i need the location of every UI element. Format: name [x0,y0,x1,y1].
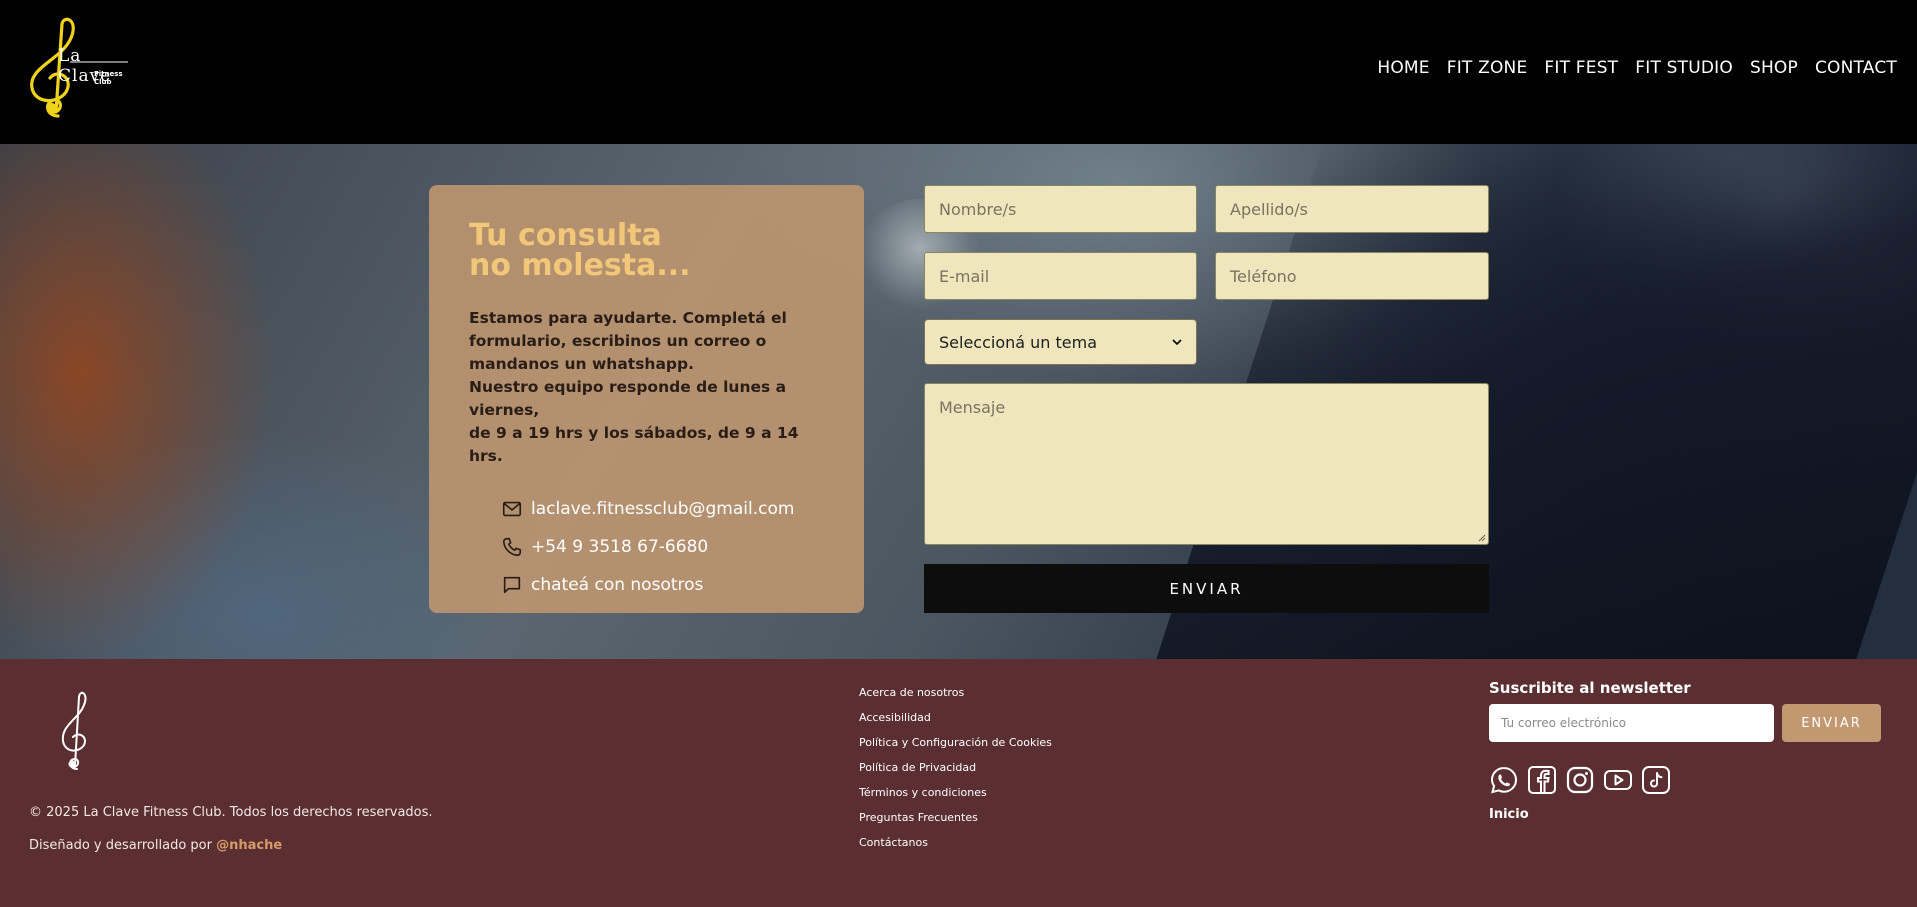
email-field[interactable]: E-mail [924,252,1197,300]
footer-link-about[interactable]: Acerca de nosotros [859,680,1052,705]
info-body-line: Nuestro equipo responde de lunes a viern… [469,378,787,419]
chevron-down-icon [1172,338,1182,345]
email-placeholder: E-mail [939,266,990,286]
info-title-line-1: Tu consulta [469,218,662,253]
site-footer: © 2025 La Clave Fitness Club. Todos los … [0,659,1917,907]
last-name-field[interactable]: Apellido/s [1215,185,1489,233]
credit-prefix: Diseñado y desarrollado por [29,838,212,853]
first-name-placeholder: Nombre/s [939,199,1017,219]
nav-fit-zone[interactable]: FIT ZONE [1447,58,1528,78]
submit-button[interactable]: ENVIAR [924,564,1489,613]
info-title: Tu consulta no molesta... [469,221,824,281]
contact-phone-text[interactable]: +54 9 3518 67-6680 [531,537,708,557]
info-body-line: formulario, escribinos un correo o [469,332,767,350]
phone-icon [502,537,522,557]
footer-link-cookies[interactable]: Política y Configuración de Cookies [859,730,1052,755]
footer-links: Acerca de nosotros Accesibilidad Polític… [859,680,1052,855]
site-header: La Clave Fitness Club HOME FIT ZONE FIT … [0,0,1917,144]
nav-home[interactable]: HOME [1377,58,1429,78]
whatsapp-icon[interactable] [1489,765,1519,795]
contact-chat-text[interactable]: chateá con nosotros [531,575,703,595]
nav-fit-fest[interactable]: FIT FEST [1544,58,1618,78]
footer-logo[interactable] [55,689,99,774]
copyright-text: © 2025 La Clave Fitness Club. Todos los … [29,805,433,820]
contact-methods: laclave.fitnessclub@gmail.com +54 9 3518… [501,490,824,604]
info-body-line: Estamos para ayudarte. Completá el [469,309,787,327]
footer-link-contact[interactable]: Contáctanos [859,830,1052,855]
chat-icon [503,576,521,594]
treble-clef-icon [61,691,87,770]
nav-shop[interactable]: SHOP [1750,58,1798,78]
phone-placeholder: Teléfono [1230,266,1297,286]
youtube-icon[interactable] [1603,765,1633,795]
footer-link-privacy[interactable]: Política de Privacidad [859,755,1052,780]
credit-line: Diseñado y desarrollado por @nhache [29,838,282,853]
footer-home-link[interactable]: Inicio [1489,807,1529,822]
message-placeholder: Mensaje [939,398,1006,417]
logo-subtitle: Fitness Club [94,70,123,86]
contact-email-text[interactable]: laclave.fitnessclub@gmail.com [531,499,794,519]
main-nav: HOME FIT ZONE FIT FEST FIT STUDIO SHOP C… [1377,58,1897,78]
nav-contact[interactable]: CONTACT [1815,58,1897,78]
newsletter-title: Suscribite al newsletter [1489,679,1691,697]
mail-icon [502,501,522,517]
footer-link-terms[interactable]: Términos y condiciones [859,780,1052,805]
social-links [1489,765,1671,795]
topic-select[interactable]: Seleccioná un tema [924,319,1197,365]
phone-field[interactable]: Teléfono [1215,252,1489,300]
credit-link[interactable]: @nhache [216,838,282,853]
last-name-placeholder: Apellido/s [1230,199,1308,219]
first-name-field[interactable]: Nombre/s [924,185,1197,233]
tiktok-icon[interactable] [1641,765,1671,795]
info-description: Estamos para ayudarte. Completá el formu… [469,307,824,468]
contact-email[interactable]: laclave.fitnessclub@gmail.com [501,490,824,528]
newsletter-email-input[interactable]: Tu correo electrónico [1489,704,1774,742]
info-title-line-2: no molesta... [469,248,691,283]
brand-logo[interactable]: La Clave Fitness Club [18,16,138,126]
contact-phone[interactable]: +54 9 3518 67-6680 [501,528,824,566]
message-textarea[interactable]: Mensaje [924,383,1489,545]
nav-fit-studio[interactable]: FIT STUDIO [1635,58,1733,78]
info-body-line: de 9 a 19 hrs y los sábados, de 9 a 14 h… [469,424,799,465]
instagram-icon[interactable] [1565,765,1595,795]
facebook-icon[interactable] [1527,765,1557,795]
contact-info-card: Tu consulta no molesta... Estamos para a… [429,185,864,613]
resize-handle-icon[interactable] [1478,534,1486,542]
info-body-line: mandanos un whatshapp. [469,355,694,373]
contact-chat[interactable]: chateá con nosotros [501,566,824,604]
newsletter-submit-button[interactable]: ENVIAR [1782,704,1881,742]
topic-select-value: Seleccioná un tema [939,332,1098,352]
footer-link-accessibility[interactable]: Accesibilidad [859,705,1052,730]
newsletter-placeholder: Tu correo electrónico [1501,716,1627,730]
footer-link-faq[interactable]: Preguntas Frecuentes [859,805,1052,830]
